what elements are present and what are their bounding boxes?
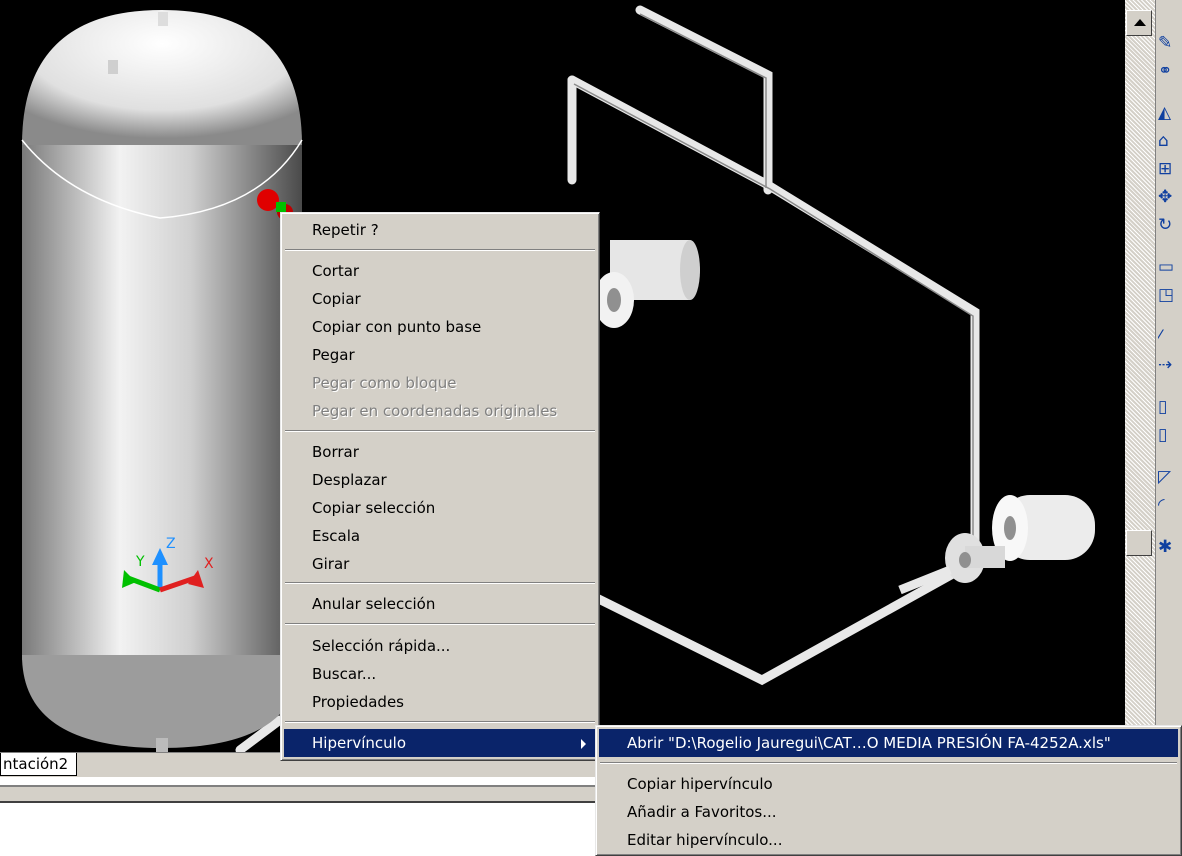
menu-item-find[interactable]: Buscar... [284,660,596,688]
menu-item-copy-base-point[interactable]: Copiar con punto base [284,313,596,341]
submenu-item-add-favorites[interactable]: Añadir a Favoritos... [599,798,1178,826]
menu-item-quick-select[interactable]: Selección rápida... [284,632,596,660]
submenu-arrow-icon [581,739,586,749]
scroll-up-button[interactable] [1126,10,1152,36]
menu-item-hyperlink-label: Hipervínculo [312,734,407,752]
menu-item-cut[interactable]: Cortar [284,257,596,285]
copy-icon[interactable]: ⚭ [1158,58,1182,84]
menu-separator [285,582,595,584]
menu-item-paste-original-coordinates: Pegar en coordenadas originales [312,402,558,420]
submenu-item-edit-hyperlink[interactable]: Editar hipervínculo... [599,826,1178,854]
menu-item-hyperlink[interactable]: Hipervínculo [284,729,596,757]
menu-separator [600,762,1177,764]
mirror-icon[interactable]: ◭ [1158,100,1182,126]
menu-separator [285,623,595,625]
scroll-thumb[interactable] [1126,530,1152,556]
menu-item-paste-as-block: Pegar como bloque [312,374,457,392]
erase-icon[interactable]: ✎ [1158,30,1182,56]
fillet-icon[interactable]: ◜ [1158,492,1182,518]
pressure-vessel [21,10,303,752]
menu-item-paste[interactable]: Pegar [284,341,596,369]
menu-separator [285,721,595,723]
trim-icon[interactable]: ⁄ [1158,324,1182,350]
menu-item-scale[interactable]: Escala [284,522,596,550]
move-icon[interactable]: ✥ [1158,184,1182,210]
menu-item-deselect[interactable]: Anular selección [284,590,596,618]
ucs-x-label: X [204,556,214,572]
submenu-item-copy-hyperlink[interactable]: Copiar hipervínculo [599,770,1178,798]
ucs-y-label: Y [135,554,145,570]
menu-item-repeat[interactable]: Repetir ? [284,216,596,244]
layout-tab[interactable]: ntación2 [0,753,78,776]
valve-right [898,495,1095,595]
submenu-item-open-link[interactable]: Abrir "D:\Rogelio Jauregui\CAT…O MEDIA P… [599,729,1178,757]
chamfer-icon[interactable]: ◸ [1158,464,1182,490]
hyperlink-submenu: Abrir "D:\Rogelio Jauregui\CAT…O MEDIA P… [595,725,1182,856]
break-icon[interactable]: ▯ [1158,394,1182,420]
menu-item-copy-selection[interactable]: Copiar selección [284,494,596,522]
valve-left [594,240,700,328]
context-menu: Repetir ? Cortar Copiar Copiar con punto… [280,212,600,761]
menu-item-rotate[interactable]: Girar [284,550,596,578]
ucs-z-label: Z [166,536,176,552]
menu-separator [285,249,595,251]
menu-item-erase[interactable]: Borrar [284,438,596,466]
scale-icon[interactable]: ▭ [1158,254,1182,280]
menu-separator [285,430,595,432]
menu-item-properties[interactable]: Propiedades [284,688,596,716]
menu-item-copy[interactable]: Copiar [284,285,596,313]
menu-item-move[interactable]: Desplazar [284,466,596,494]
stretch-icon[interactable]: ◳ [1158,282,1182,308]
array-icon[interactable]: ⊞ [1158,156,1182,182]
join-icon[interactable]: ▯ [1158,422,1182,448]
explode-icon[interactable]: ✱ [1158,534,1182,560]
rotate-icon[interactable]: ↻ [1158,212,1182,238]
offset-icon[interactable]: ⌂ [1158,128,1182,154]
vertical-scrollbar[interactable] [1125,0,1155,752]
extend-icon[interactable]: ⇢ [1158,352,1182,378]
command-window-splitter[interactable] [0,785,600,803]
